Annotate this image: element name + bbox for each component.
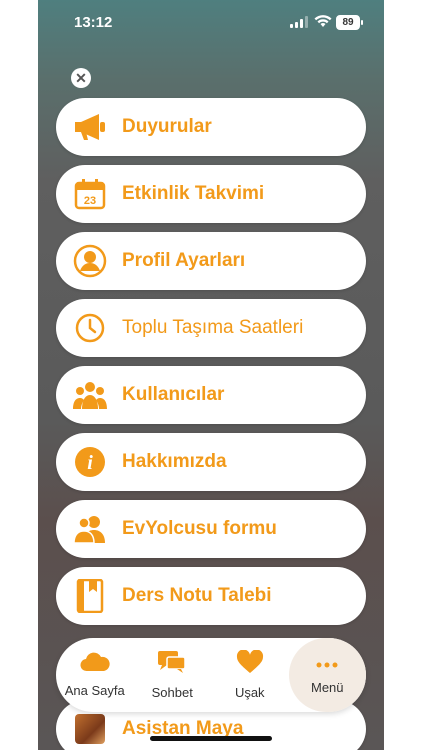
wifi-icon: [314, 14, 332, 33]
tab-sohbet[interactable]: Sohbet: [134, 638, 212, 712]
status-bar: 13:12 89: [38, 0, 384, 44]
menu-item-toplu-tasima-saatleri[interactable]: Toplu Taşıma Saatleri: [56, 299, 366, 357]
menu-item-ders-notu-talebi[interactable]: Ders Notu Talebi: [56, 567, 366, 625]
chat-icon: [157, 650, 187, 679]
home-indicator: [150, 736, 272, 741]
tab-label: Uşak: [234, 685, 265, 700]
close-button[interactable]: ✕: [71, 68, 91, 88]
cloud-icon: [80, 652, 110, 677]
menu-item-hakkimizda[interactable]: i Hakkımızda: [56, 433, 366, 491]
group-icon: [72, 511, 108, 547]
menu-item-label: Duyurular: [122, 116, 212, 137]
book-icon: [72, 578, 108, 614]
svg-text:i: i: [87, 452, 93, 474]
menu-item-label: Ders Notu Talebi: [122, 585, 272, 606]
svg-text:23: 23: [84, 195, 96, 207]
close-icon: ✕: [75, 69, 87, 86]
menu-item-duyurular[interactable]: Duyurular: [56, 98, 366, 156]
phone-screen: 13:12 89 ✕ Duyurular 23 Etkinlik Takvimi…: [38, 0, 384, 750]
tab-label: Sohbet: [151, 685, 193, 700]
avatar-icon: [72, 711, 108, 747]
signal-icon: [290, 16, 308, 28]
heart-icon: [236, 649, 264, 679]
tab-usak[interactable]: Uşak: [211, 638, 289, 712]
menu-item-label: EvYolcusu formu: [122, 518, 277, 539]
menu-item-label: Toplu Taşıma Saatleri: [122, 317, 304, 338]
menu-item-evyolcusu-formu[interactable]: EvYolcusu formu: [56, 500, 366, 558]
profile-icon: [72, 243, 108, 279]
menu-item-kullanicilar[interactable]: Kullanıcılar: [56, 366, 366, 424]
battery-icon: 89: [336, 15, 363, 30]
tab-bar: Ana Sayfa Sohbet Uşak Menü: [56, 638, 366, 712]
menu-item-label: Profil Ayarları: [122, 250, 246, 271]
megaphone-icon: [72, 109, 108, 145]
tab-ana-sayfa[interactable]: Ana Sayfa: [56, 638, 134, 712]
clock-icon: [72, 310, 108, 346]
info-icon: i: [72, 444, 108, 480]
menu-item-profil-ayarlari[interactable]: Profil Ayarları: [56, 232, 366, 290]
status-time: 13:12: [74, 14, 113, 31]
calendar-icon: 23: [72, 176, 108, 212]
menu-item-label: Kullanıcılar: [122, 384, 225, 405]
menu-item-label: Hakkımızda: [122, 451, 227, 472]
tab-label: Ana Sayfa: [64, 683, 125, 698]
more-icon: [315, 656, 339, 674]
tab-label: Menü: [310, 679, 344, 695]
users-icon: [72, 377, 108, 413]
tab-menu[interactable]: Menü: [288, 638, 366, 712]
menu-item-label: Etkinlik Takvimi: [122, 183, 265, 204]
menu-item-etkinlik-takvimi[interactable]: 23 Etkinlik Takvimi: [56, 165, 366, 223]
